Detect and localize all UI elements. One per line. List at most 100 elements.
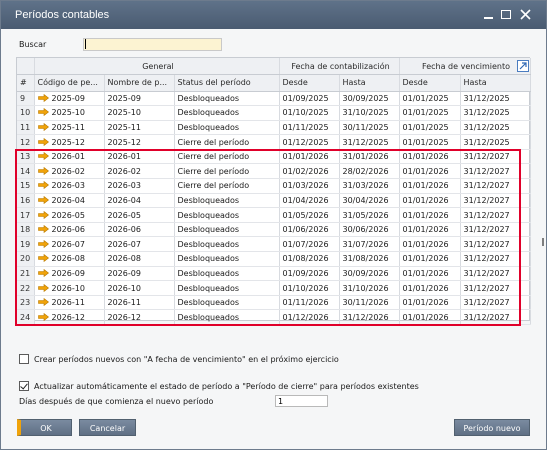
row-name[interactable]: 2026-12	[104, 309, 175, 325]
expand-arrow-icon[interactable]	[517, 60, 529, 72]
table-row[interactable]: 10 2025-10 2025-10 Desbloqueados 01/10/2025 3…	[17, 105, 531, 121]
row-status[interactable]: Cierre del período	[174, 178, 280, 194]
table-row[interactable]: 21 2026-09 2026-09 Desbloqueados 01/09/2026 3…	[17, 266, 531, 282]
link-arrow-icon[interactable]	[37, 152, 49, 161]
row-due-from[interactable]: 01/01/2026	[399, 149, 461, 165]
table-row[interactable]: 16 2026-04 2026-04 Desbloqueados 01/04/2026 3…	[17, 193, 531, 209]
row-posting-to[interactable]: 30/06/2026	[339, 222, 400, 238]
row-number[interactable]: 23	[17, 295, 35, 311]
row-due-to[interactable]: 31/12/2027	[460, 266, 531, 282]
row-name[interactable]: 2026-07	[104, 236, 175, 253]
row-posting-from[interactable]: 01/03/2026	[279, 178, 340, 194]
row-posting-from[interactable]: 01/07/2026	[279, 236, 340, 253]
row-due-from[interactable]: 01/01/2025	[399, 91, 461, 107]
column-header-due-to[interactable]: Hasta	[460, 74, 531, 92]
row-posting-from[interactable]: 01/10/2026	[279, 280, 340, 296]
row-due-to[interactable]: 31/12/2027	[460, 295, 531, 311]
row-due-from[interactable]: 01/01/2026	[399, 280, 461, 296]
row-posting-to[interactable]: 31/10/2026	[339, 280, 400, 296]
row-name[interactable]: 2026-10	[104, 280, 175, 296]
row-due-to[interactable]: 31/12/2027	[460, 251, 531, 267]
row-number[interactable]: 9	[17, 91, 35, 107]
row-name[interactable]: 2026-11	[104, 295, 175, 311]
row-due-from[interactable]: 01/01/2026	[399, 163, 461, 180]
row-number[interactable]: 11	[17, 120, 35, 136]
table-row[interactable]: 11 2025-11 2025-11 Desbloqueados 01/11/2025 3…	[17, 120, 531, 136]
row-posting-from[interactable]: 01/04/2026	[279, 193, 340, 209]
column-header-index[interactable]: #	[17, 74, 35, 92]
row-posting-from[interactable]: 01/05/2026	[279, 207, 340, 223]
table-row[interactable]: 12 2025-12 2025-12 Cierre del período 01/12/…	[17, 134, 531, 150]
table-row[interactable]: 15 2026-03 2026-03 Cierre del período 01/03/…	[17, 178, 531, 194]
link-arrow-icon[interactable]	[37, 108, 49, 117]
row-status[interactable]: Cierre del período	[174, 163, 280, 180]
row-posting-from[interactable]: 01/12/2025	[279, 134, 340, 150]
table-row[interactable]: 14 2026-02 2026-02 Cierre del período 01/02/…	[17, 163, 531, 180]
row-due-to[interactable]: 31/12/2027	[460, 280, 531, 296]
row-name[interactable]: 2026-05	[104, 207, 175, 223]
link-arrow-icon[interactable]	[37, 298, 49, 307]
row-posting-to[interactable]: 30/09/2025	[339, 91, 400, 107]
row-status[interactable]: Desbloqueados	[174, 295, 280, 311]
search-input[interactable]	[83, 38, 222, 51]
create-periods-checkbox[interactable]	[19, 354, 29, 364]
row-posting-from[interactable]: 01/12/2026	[279, 309, 340, 325]
row-code[interactable]: 2026-01	[34, 149, 105, 165]
row-name[interactable]: 2026-06	[104, 222, 175, 238]
row-number[interactable]: 12	[17, 134, 35, 150]
row-posting-to[interactable]: 30/04/2026	[339, 193, 400, 209]
row-due-from[interactable]: 01/01/2026	[399, 207, 461, 223]
row-name[interactable]: 2026-02	[104, 163, 175, 180]
row-due-from[interactable]: 01/01/2026	[399, 295, 461, 311]
row-code[interactable]: 2026-08	[34, 251, 105, 267]
row-due-from[interactable]: 01/01/2026	[399, 193, 461, 209]
row-number[interactable]: 15	[17, 178, 35, 194]
row-status[interactable]: Desbloqueados	[174, 207, 280, 223]
row-status[interactable]: Desbloqueados	[174, 120, 280, 136]
row-number[interactable]: 24	[17, 309, 35, 325]
row-status[interactable]: Desbloqueados	[174, 222, 280, 238]
row-posting-to[interactable]: 31/05/2026	[339, 207, 400, 223]
row-code[interactable]: 2026-02	[34, 163, 105, 180]
row-name[interactable]: 2025-12	[104, 134, 175, 150]
row-posting-to[interactable]: 28/02/2026	[339, 163, 400, 180]
row-number[interactable]: 13	[17, 149, 35, 165]
row-code[interactable]: 2026-12	[34, 309, 105, 325]
row-code[interactable]: 2026-06	[34, 222, 105, 238]
row-code[interactable]: 2025-10	[34, 105, 105, 121]
link-arrow-icon[interactable]	[37, 268, 49, 277]
table-row[interactable]: 9 2025-09 2025-09 Desbloqueados 01/09/2025 30…	[17, 91, 531, 107]
row-status[interactable]: Desbloqueados	[174, 309, 280, 325]
row-posting-from[interactable]: 01/02/2026	[279, 163, 340, 180]
row-code[interactable]: 2026-10	[34, 280, 105, 296]
row-code[interactable]: 2025-09	[34, 91, 105, 107]
link-arrow-icon[interactable]	[37, 195, 49, 204]
row-name[interactable]: 2026-04	[104, 193, 175, 209]
row-due-from[interactable]: 01/01/2026	[399, 222, 461, 238]
link-arrow-icon[interactable]	[37, 239, 49, 248]
row-status[interactable]: Desbloqueados	[174, 266, 280, 282]
auto-update-checkbox[interactable]	[19, 381, 29, 391]
row-posting-to[interactable]: 31/08/2026	[339, 251, 400, 267]
row-status[interactable]: Desbloqueados	[174, 91, 280, 107]
close-button[interactable]	[518, 8, 532, 22]
row-due-to[interactable]: 31/12/2027	[460, 236, 531, 253]
link-arrow-icon[interactable]	[37, 254, 49, 263]
minimize-button[interactable]	[481, 8, 495, 22]
link-arrow-icon[interactable]	[37, 312, 49, 321]
table-row[interactable]: 20 2026-08 2026-08 Desbloqueados 01/08/2026 3…	[17, 251, 531, 267]
row-posting-from[interactable]: 01/01/2026	[279, 149, 340, 165]
row-due-to[interactable]: 31/12/2027	[460, 149, 531, 165]
table-row[interactable]: 24 2026-12 2026-12 Desbloqueados 01/12/2026 3…	[17, 309, 531, 325]
row-due-from[interactable]: 01/01/2025	[399, 134, 461, 150]
row-number[interactable]: 21	[17, 266, 35, 282]
row-status[interactable]: Cierre del período	[174, 149, 280, 165]
link-arrow-icon[interactable]	[37, 283, 49, 292]
row-status[interactable]: Desbloqueados	[174, 280, 280, 296]
column-header-name[interactable]: Nombre de p...	[104, 74, 175, 92]
row-posting-from[interactable]: 01/10/2025	[279, 105, 340, 121]
title-bar[interactable]: Períodos contables	[1, 1, 546, 29]
link-arrow-icon[interactable]	[37, 93, 49, 102]
row-name[interactable]: 2025-09	[104, 91, 175, 107]
row-due-to[interactable]: 31/12/2027	[460, 222, 531, 238]
